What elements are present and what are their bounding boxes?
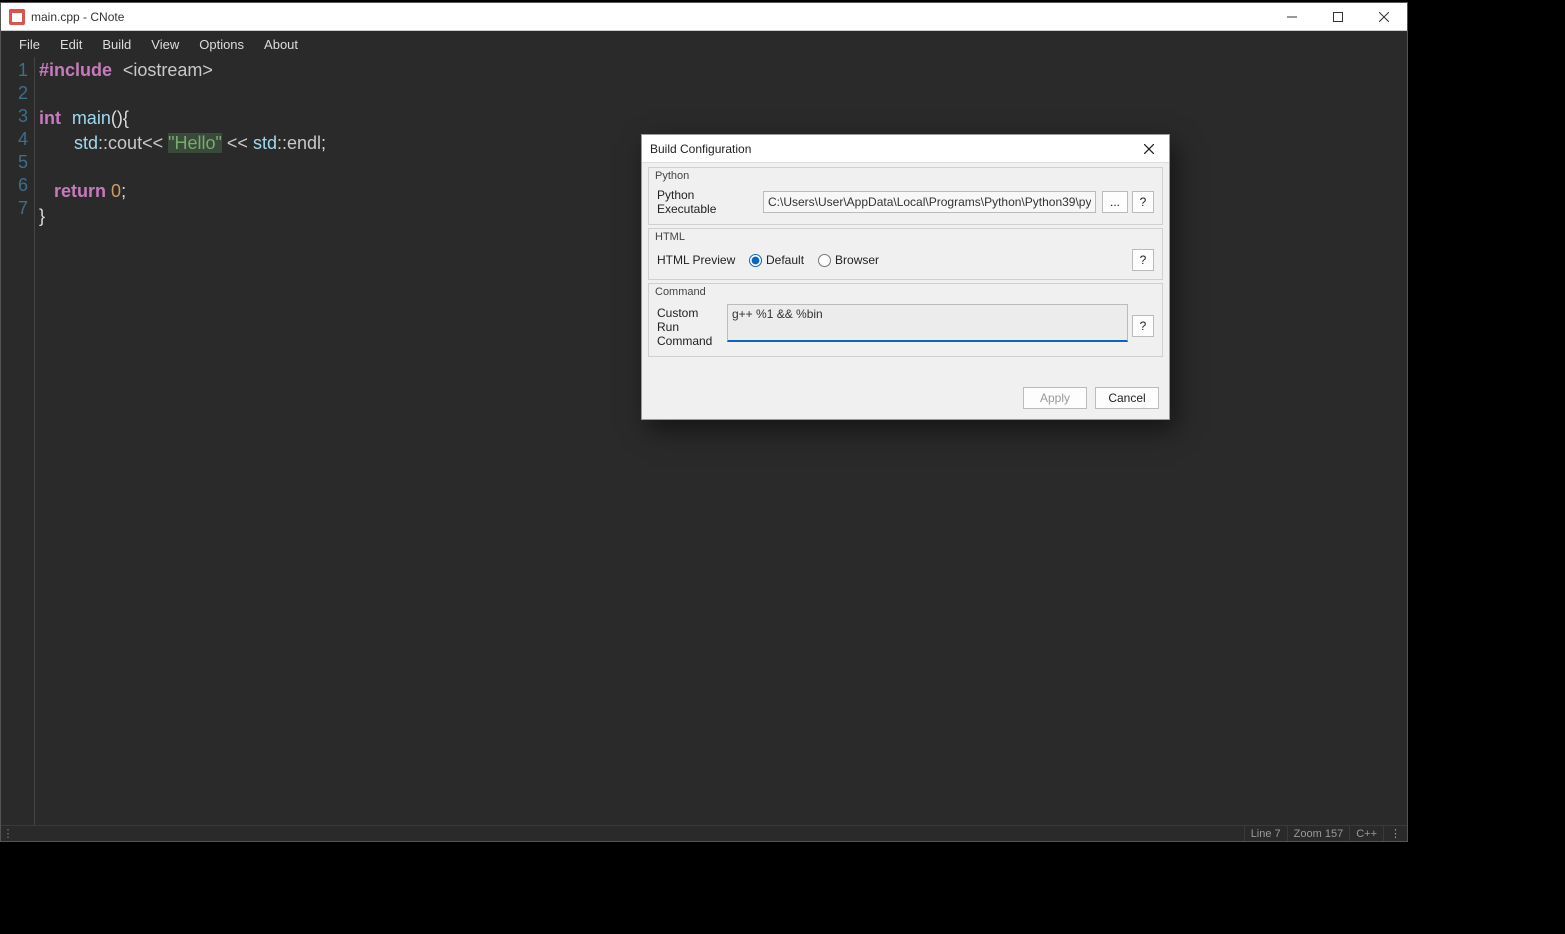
menu-bar: File Edit Build View Options About <box>1 31 1407 57</box>
line-number: 2 <box>1 82 28 105</box>
cancel-button[interactable]: Cancel <box>1095 387 1159 409</box>
custom-run-command-input[interactable] <box>727 304 1128 342</box>
status-bar: ⋮ Line 7 Zoom 157 C++ ⋮ <box>1 825 1407 841</box>
menu-build[interactable]: Build <box>92 33 141 56</box>
dialog-footer: Apply Cancel <box>1023 387 1159 409</box>
dialog-title: Build Configuration <box>650 142 751 156</box>
radio-browser-label: Browser <box>835 253 879 267</box>
code-token: <iostream> <box>123 60 213 80</box>
close-icon <box>1144 144 1154 154</box>
code-token: } <box>39 206 45 226</box>
app-window: main.cpp - CNote File Edit Build View Op… <box>0 2 1408 842</box>
code-token: ; <box>321 133 326 153</box>
help-button[interactable]: ? <box>1132 315 1154 337</box>
code-token: :: <box>98 133 108 153</box>
help-button[interactable]: ? <box>1132 249 1154 271</box>
line-number: 6 <box>1 174 28 197</box>
radio-default[interactable]: Default <box>749 253 804 267</box>
build-configuration-dialog: Build Configuration Python Python Execut… <box>641 134 1170 420</box>
dialog-close-button[interactable] <box>1129 135 1169 163</box>
python-group: Python Python Executable ... ? <box>648 167 1163 225</box>
code-token: (){ <box>111 108 129 128</box>
code-token: << <box>222 133 253 153</box>
command-group: Command Custom Run Command ? <box>648 283 1163 357</box>
menu-about[interactable]: About <box>254 33 308 56</box>
line-number: 5 <box>1 151 28 174</box>
code-token: :: <box>277 133 287 153</box>
code-token: 0 <box>111 181 121 201</box>
html-group: HTML HTML Preview Default <box>648 228 1163 280</box>
radio-browser-input[interactable] <box>818 254 831 267</box>
line-number: 4 <box>1 128 28 151</box>
code-token: << <box>142 133 168 153</box>
code-token: ; <box>121 181 126 201</box>
code-token: endl <box>287 133 321 153</box>
html-preview-label: HTML Preview <box>657 253 743 267</box>
apply-button[interactable]: Apply <box>1023 387 1087 409</box>
minimize-button[interactable] <box>1269 3 1315 31</box>
minimize-icon <box>1287 12 1297 22</box>
dialog-title-bar[interactable]: Build Configuration <box>642 135 1169 163</box>
line-gutter: 1 2 3 4 5 6 7 <box>1 57 35 825</box>
code-token: std <box>74 133 98 153</box>
code-token: main <box>72 108 111 128</box>
code-token <box>39 133 74 153</box>
browse-button[interactable]: ... <box>1102 191 1128 213</box>
menu-options[interactable]: Options <box>189 33 254 56</box>
status-zoom: Zoom 157 <box>1287 826 1350 841</box>
line-number: 1 <box>1 59 28 82</box>
radio-default-input[interactable] <box>749 254 762 267</box>
line-number: 3 <box>1 105 28 128</box>
python-executable-input[interactable] <box>763 191 1096 213</box>
radio-default-label: Default <box>766 253 804 267</box>
radio-browser[interactable]: Browser <box>818 253 879 267</box>
code-token: cout <box>108 133 142 153</box>
help-button[interactable]: ? <box>1132 191 1154 213</box>
group-label-command: Command <box>655 286 706 298</box>
code-token: #include <box>39 60 112 80</box>
code-token: int <box>39 108 61 128</box>
status-language: C++ <box>1349 826 1383 841</box>
group-label-html: HTML <box>655 231 685 243</box>
maximize-icon <box>1333 12 1343 22</box>
title-bar: main.cpp - CNote <box>1 3 1407 31</box>
menu-edit[interactable]: Edit <box>50 33 92 56</box>
status-grip-icon: ⋮ <box>1 827 15 840</box>
python-executable-label: Python Executable <box>657 188 757 216</box>
custom-run-command-label: Custom Run Command <box>657 304 721 348</box>
group-label-python: Python <box>655 170 689 182</box>
window-title: main.cpp - CNote <box>31 10 124 24</box>
code-token: std <box>253 133 277 153</box>
close-icon <box>1379 12 1389 22</box>
code-token: return <box>54 181 106 201</box>
maximize-button[interactable] <box>1315 3 1361 31</box>
code-token: "Hello" <box>168 133 222 153</box>
code-token <box>39 181 54 201</box>
status-line: Line 7 <box>1244 826 1287 841</box>
menu-view[interactable]: View <box>141 33 189 56</box>
status-encoding: ⋮ <box>1383 826 1407 841</box>
close-button[interactable] <box>1361 3 1407 31</box>
line-number: 7 <box>1 197 28 220</box>
menu-file[interactable]: File <box>9 33 50 56</box>
app-icon <box>9 9 25 25</box>
